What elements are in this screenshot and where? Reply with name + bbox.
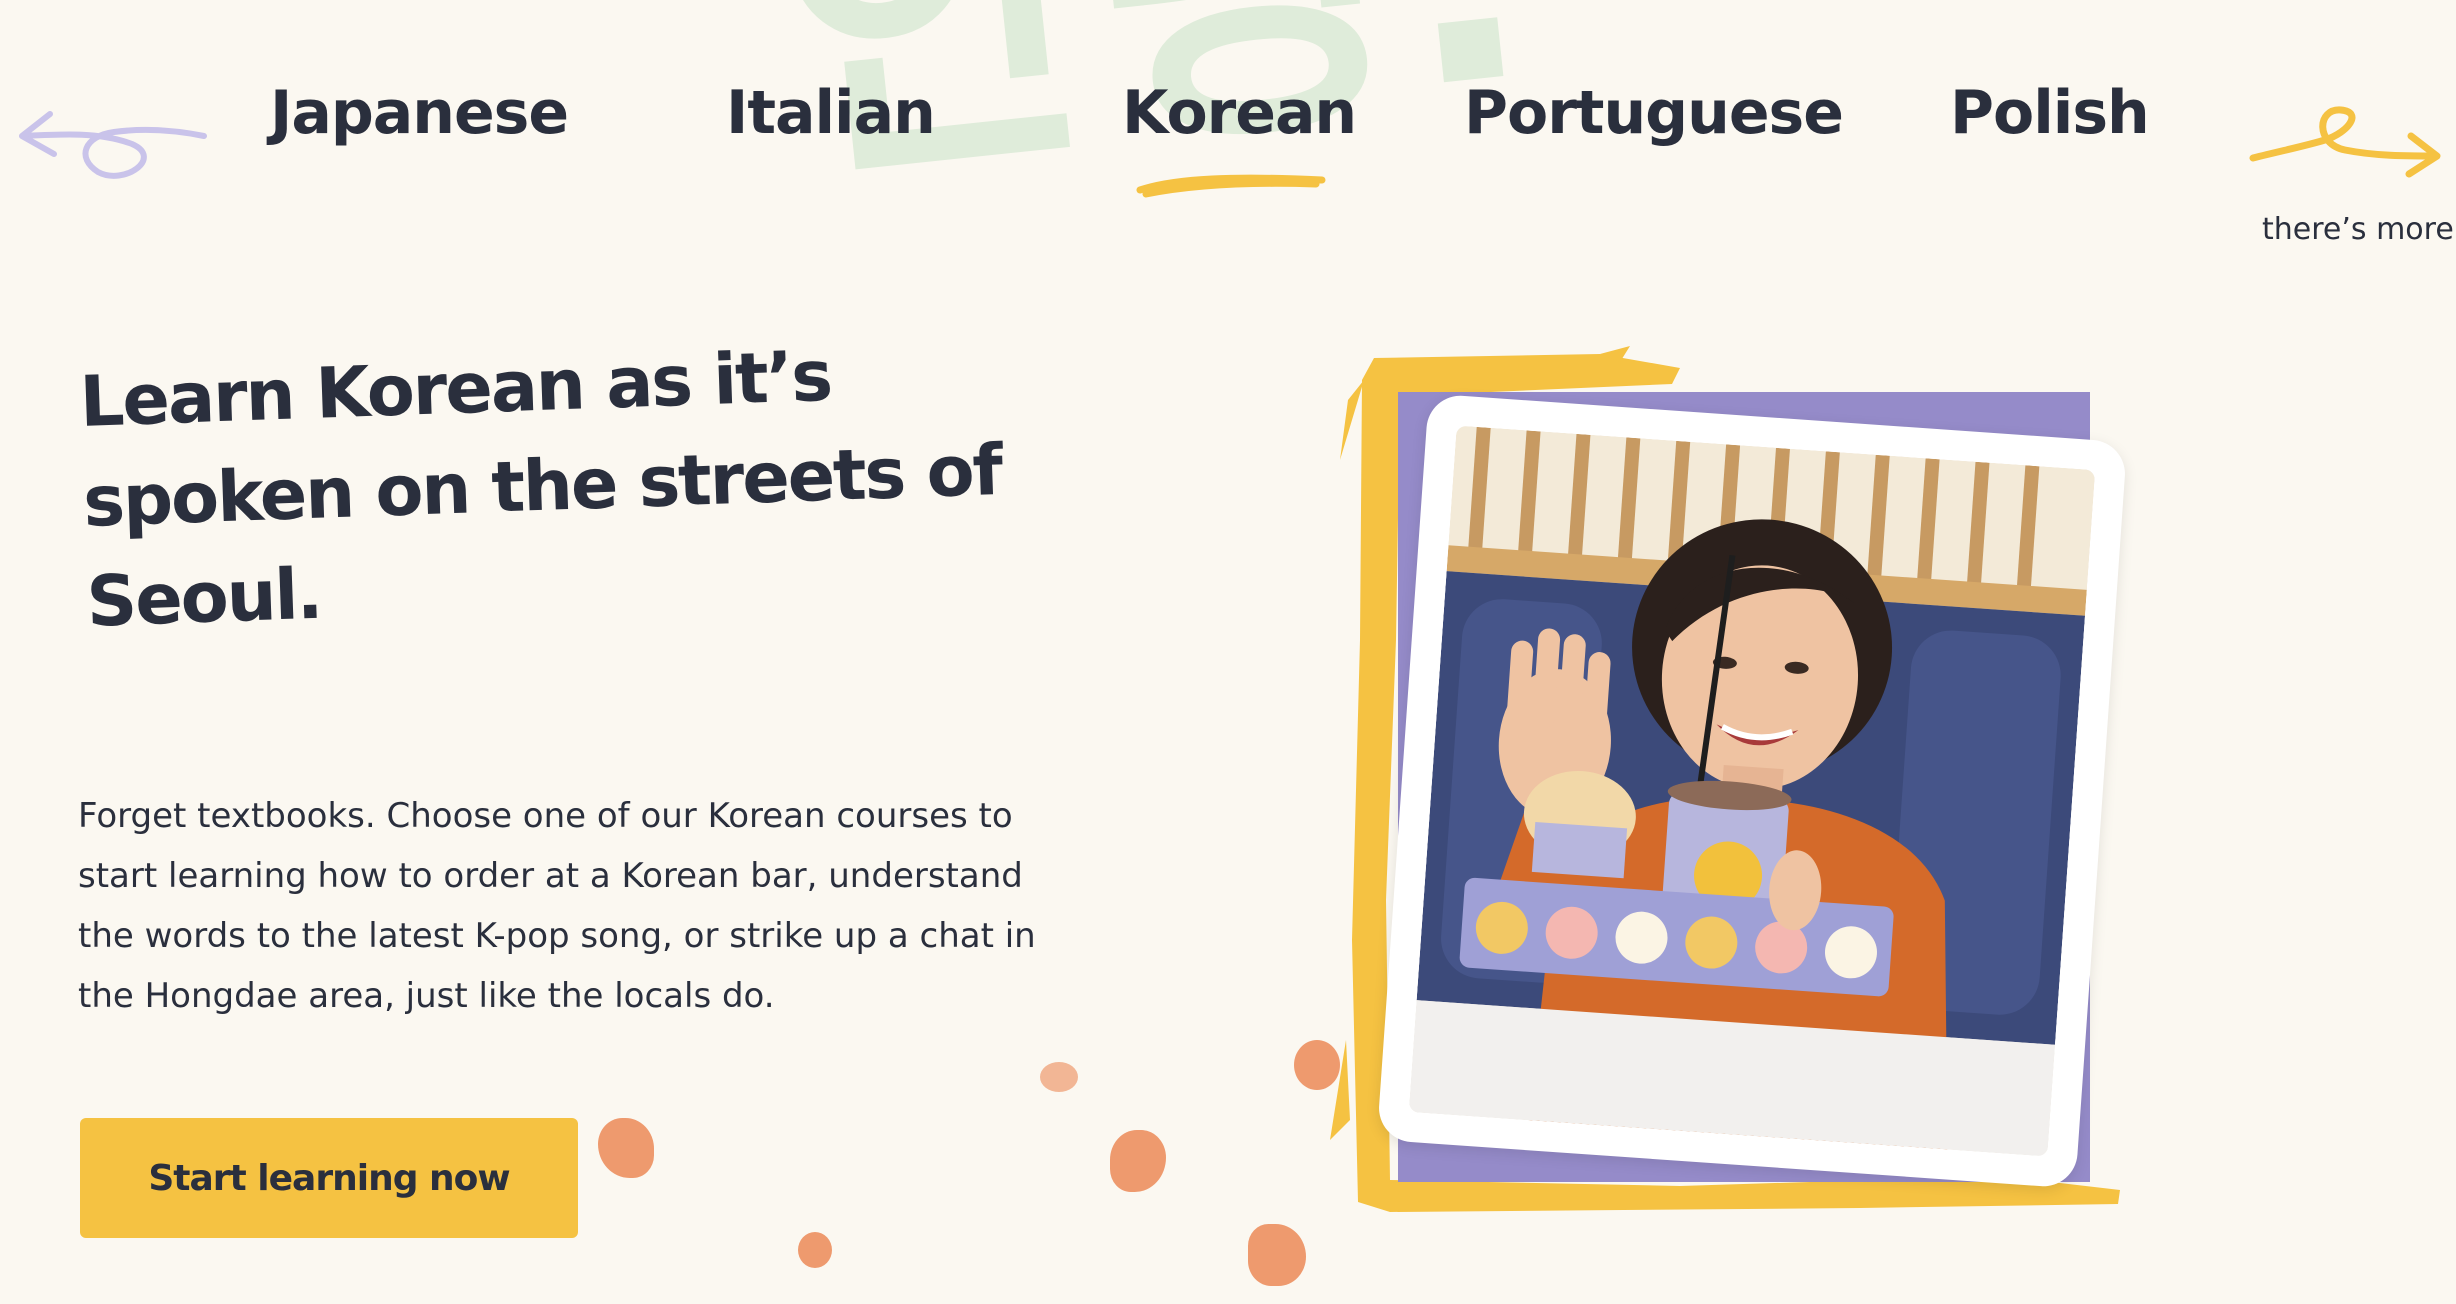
paint-splash-decoration [1040,1062,1078,1092]
hero-photo [1408,425,2096,1157]
hero-description: Forget textbooks. Choose one of our Kore… [78,796,1036,1016]
hero-headline: Learn Korean as it’s spoken on the stree… [78,334,1003,643]
paint-splash-decoration [798,1232,832,1268]
scribble-left-arrow-icon[interactable] [14,100,214,194]
nav-item-portuguese[interactable]: Portuguese [1464,78,1844,148]
start-learning-button[interactable]: Start learning now [80,1118,578,1238]
scribble-right-arrow-icon[interactable] [2245,100,2445,194]
nav-item-label: Korean [1122,78,1357,148]
nav-item-polish[interactable]: Polish [1950,78,2150,148]
active-underline-scribble [1136,174,1326,198]
more-languages-label[interactable]: there’s more [2262,212,2454,247]
nav-item-korean[interactable]: Korean [1122,78,1357,198]
paint-splash-decoration [598,1118,654,1178]
paint-splash-decoration [1110,1130,1166,1192]
nav-item-italian[interactable]: Italian [726,78,936,148]
language-nav: Japanese Italian Korean Portuguese Polis… [0,0,2456,260]
hero-photo-frame [1300,340,2200,1240]
paint-splash-decoration [1248,1224,1306,1286]
woman-waving-photo-illustration [1408,425,2096,1157]
photo-card [1376,393,2128,1189]
nav-item-japanese[interactable]: Japanese [270,78,569,148]
